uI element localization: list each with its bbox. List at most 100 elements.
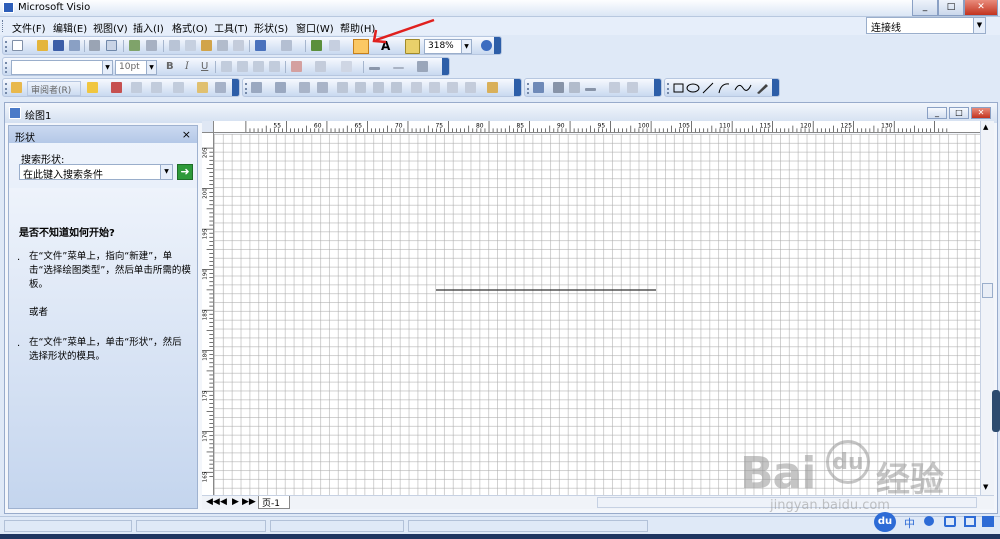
insert-picture-icon[interactable] <box>533 82 544 93</box>
close-icon[interactable]: × <box>182 128 191 141</box>
toolbar-options-icon[interactable] <box>442 58 449 75</box>
next-markup-icon[interactable] <box>151 82 162 93</box>
chevron-down-icon[interactable]: ▼ <box>102 61 112 74</box>
reviewing-pane-icon[interactable] <box>215 82 226 93</box>
align-shapes-icon[interactable] <box>251 82 262 93</box>
save-icon[interactable] <box>53 40 64 51</box>
chevron-down-icon[interactable]: ▼ <box>973 18 985 33</box>
side-handle[interactable] <box>992 390 1000 432</box>
ungroup-icon[interactable] <box>465 82 476 93</box>
doc-restore-button[interactable]: □ <box>949 107 969 119</box>
justify-icon[interactable] <box>269 61 280 72</box>
picture-fill-icon[interactable] <box>609 82 620 93</box>
markup-icon[interactable] <box>11 82 22 93</box>
container-icon[interactable] <box>487 82 498 93</box>
font-color-icon[interactable] <box>291 61 302 72</box>
chevron-down-icon[interactable]: ▼ <box>461 40 471 53</box>
paste-icon[interactable] <box>201 40 212 51</box>
flip-vertical-icon[interactable] <box>391 82 402 93</box>
font-size-combo[interactable]: 10pt ▼ <box>115 60 157 75</box>
crop-icon[interactable] <box>553 82 564 93</box>
line-pattern-icon[interactable] <box>393 67 404 69</box>
help-icon[interactable] <box>481 40 492 51</box>
open-icon[interactable] <box>37 40 48 51</box>
toolbar-options-icon[interactable] <box>232 79 239 96</box>
ime-moon-icon[interactable] <box>924 516 934 526</box>
flip-horizontal-icon[interactable] <box>373 82 384 93</box>
line-ends-icon[interactable] <box>417 61 428 72</box>
next-page-button[interactable]: ▶ <box>232 497 239 507</box>
line-weight-icon[interactable] <box>369 67 380 70</box>
toolbar-options-icon[interactable] <box>654 79 661 96</box>
doc-minimize-button[interactable]: _ <box>927 107 947 119</box>
hyperlink-icon[interactable] <box>311 40 322 51</box>
research-icon[interactable] <box>146 40 157 51</box>
menu-shapes[interactable]: 形状(S) <box>254 20 288 35</box>
print-icon[interactable] <box>89 40 100 51</box>
menu-file[interactable]: 文件(F) <box>12 20 46 35</box>
bring-to-front-icon[interactable] <box>411 82 422 93</box>
menu-window[interactable]: 窗口(W) <box>296 20 334 35</box>
menu-view[interactable]: 视图(V) <box>93 20 128 35</box>
picture-shadow-icon[interactable] <box>627 82 638 93</box>
spelling-icon[interactable] <box>129 40 140 51</box>
ruler-corner[interactable] <box>202 121 214 133</box>
scroll-up-icon[interactable]: ▲ <box>983 123 988 131</box>
ime-keyboard-icon[interactable] <box>944 516 956 527</box>
pointer-tool-icon[interactable] <box>329 40 340 51</box>
toolbar-options-icon[interactable] <box>514 79 521 96</box>
connector-line[interactable] <box>214 134 980 495</box>
toolbar-options-icon[interactable] <box>494 37 501 54</box>
doc-close-button[interactable]: ✕ <box>971 107 991 119</box>
picture-line-icon[interactable] <box>585 88 596 91</box>
restore-button[interactable]: □ <box>938 0 964 16</box>
send-to-back-icon[interactable] <box>429 82 440 93</box>
distribute-shapes-icon[interactable] <box>275 82 286 93</box>
cut-icon[interactable] <box>169 40 180 51</box>
connect-shapes-icon[interactable] <box>299 82 310 93</box>
ime-toolbox-icon[interactable] <box>964 516 976 527</box>
align-center-icon[interactable] <box>237 61 248 72</box>
permission-icon[interactable] <box>69 40 80 51</box>
rotate-right-icon[interactable] <box>355 82 366 93</box>
first-page-button[interactable]: ◀◀ <box>206 497 220 507</box>
italic-button[interactable]: I <box>185 61 189 72</box>
align-right-icon[interactable] <box>253 61 264 72</box>
language-indicator[interactable]: 中 <box>904 515 915 531</box>
picture-format-icon[interactable] <box>569 82 580 93</box>
print-preview-icon[interactable] <box>106 40 117 51</box>
ink-icon[interactable] <box>197 82 208 93</box>
drawing-canvas[interactable] <box>214 134 980 495</box>
connector-tool-icon[interactable] <box>353 39 369 54</box>
reviewer-combo[interactable]: 审阅者(R) <box>27 81 81 96</box>
chevron-down-icon[interactable]: ▼ <box>146 61 156 74</box>
delete-icon[interactable] <box>217 40 228 51</box>
layout-shapes-icon[interactable] <box>317 82 328 93</box>
group-icon[interactable] <box>447 82 458 93</box>
prev-page-button[interactable]: ◀ <box>220 497 227 507</box>
page-tab[interactable]: 页-1 <box>258 496 290 509</box>
bold-button[interactable]: B <box>166 61 174 72</box>
vertical-scrollbar[interactable]: ▲ ▼ <box>980 121 994 495</box>
shape-type-box[interactable]: 连接线 ▼ <box>866 17 986 34</box>
chevron-down-icon[interactable]: ▼ <box>160 165 172 179</box>
scroll-down-icon[interactable]: ▼ <box>983 483 988 491</box>
menu-edit[interactable]: 编辑(E) <box>53 20 87 35</box>
toolbar-options-icon[interactable] <box>772 79 779 96</box>
align-left-icon[interactable] <box>221 61 232 72</box>
comment-icon[interactable] <box>87 82 98 93</box>
prev-markup-icon[interactable] <box>131 82 142 93</box>
copy-icon[interactable] <box>185 40 196 51</box>
undo-icon[interactable] <box>255 40 266 51</box>
fill-color-icon[interactable] <box>341 61 352 72</box>
redo-icon[interactable] <box>281 40 292 51</box>
search-go-button[interactable]: ➜ <box>177 164 193 180</box>
ime-menu-icon[interactable] <box>982 516 994 527</box>
menu-format[interactable]: 格式(O) <box>172 20 208 35</box>
close-button[interactable]: ✕ <box>964 0 998 16</box>
line-color-icon[interactable] <box>315 61 326 72</box>
rotate-left-icon[interactable] <box>337 82 348 93</box>
format-painter-icon[interactable] <box>233 40 244 51</box>
menu-tools[interactable]: 工具(T) <box>214 20 248 35</box>
last-page-button[interactable]: ▶▶ <box>242 497 256 507</box>
